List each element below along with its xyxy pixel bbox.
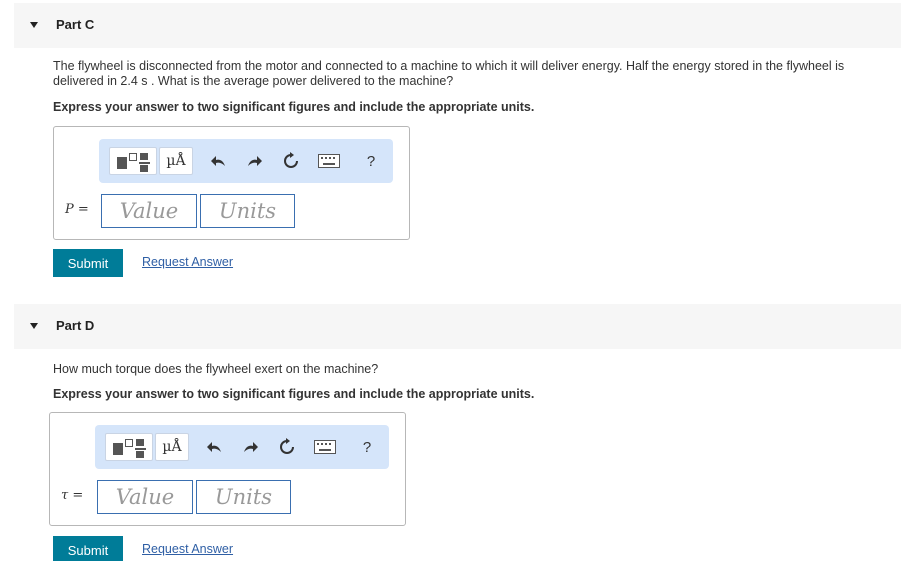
part-d-prompt: How much torque does the flywheel exert … bbox=[53, 362, 379, 376]
redo-icon[interactable] bbox=[238, 433, 262, 461]
undo-icon[interactable] bbox=[207, 147, 231, 175]
units-input[interactable]: Units bbox=[196, 480, 291, 514]
request-answer-link[interactable]: Request Answer bbox=[142, 542, 233, 556]
part-c-prompt: The flywheel is disconnected from the mo… bbox=[53, 59, 845, 88]
submit-button[interactable]: Submit bbox=[53, 536, 123, 561]
template-icon bbox=[113, 443, 123, 455]
caret-down-icon bbox=[30, 323, 38, 329]
submit-button[interactable]: Submit bbox=[53, 249, 123, 277]
part-c-answer-box: µÅ ? P = Value Units bbox=[53, 126, 410, 240]
part-c-instruction: Express your answer to two significant f… bbox=[53, 100, 535, 114]
part-d-instruction: Express your answer to two significant f… bbox=[53, 387, 535, 401]
caret-down-icon bbox=[30, 22, 38, 28]
reset-icon[interactable] bbox=[279, 147, 303, 175]
value-input[interactable]: Value bbox=[101, 194, 197, 228]
keyboard-icon[interactable] bbox=[315, 147, 343, 175]
part-c-header[interactable]: Part C bbox=[14, 3, 901, 48]
variable-label: P = bbox=[65, 202, 89, 217]
request-answer-link[interactable]: Request Answer bbox=[142, 255, 233, 269]
help-button[interactable]: ? bbox=[357, 433, 377, 461]
units-button[interactable]: µÅ bbox=[159, 147, 193, 175]
keyboard-icon[interactable] bbox=[311, 433, 339, 461]
units-input[interactable]: Units bbox=[200, 194, 295, 228]
part-d-title: Part D bbox=[56, 318, 95, 333]
templates-button[interactable] bbox=[105, 433, 153, 461]
templates-button[interactable] bbox=[109, 147, 157, 175]
help-button[interactable]: ? bbox=[361, 147, 381, 175]
units-button[interactable]: µÅ bbox=[155, 433, 189, 461]
part-d-answer-box: µÅ ? τ = Value Units bbox=[49, 412, 406, 526]
part-c-title: Part C bbox=[56, 17, 95, 32]
redo-icon[interactable] bbox=[242, 147, 266, 175]
reset-icon[interactable] bbox=[275, 433, 299, 461]
variable-label: τ = bbox=[61, 488, 84, 503]
math-toolbar: µÅ ? bbox=[95, 425, 389, 469]
part-d-header[interactable]: Part D bbox=[14, 304, 901, 349]
undo-icon[interactable] bbox=[203, 433, 227, 461]
template-icon bbox=[117, 157, 127, 169]
value-input[interactable]: Value bbox=[97, 480, 193, 514]
math-toolbar: µÅ ? bbox=[99, 139, 393, 183]
